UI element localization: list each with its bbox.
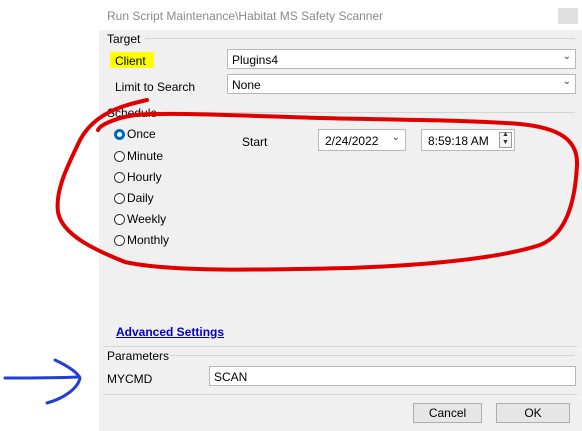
blue-arrow-head — [45, 358, 82, 405]
blue-arrow-shaft — [3, 375, 80, 380]
annotation-overlay — [3, 98, 580, 405]
red-scribble-annotation — [55, 98, 580, 272]
